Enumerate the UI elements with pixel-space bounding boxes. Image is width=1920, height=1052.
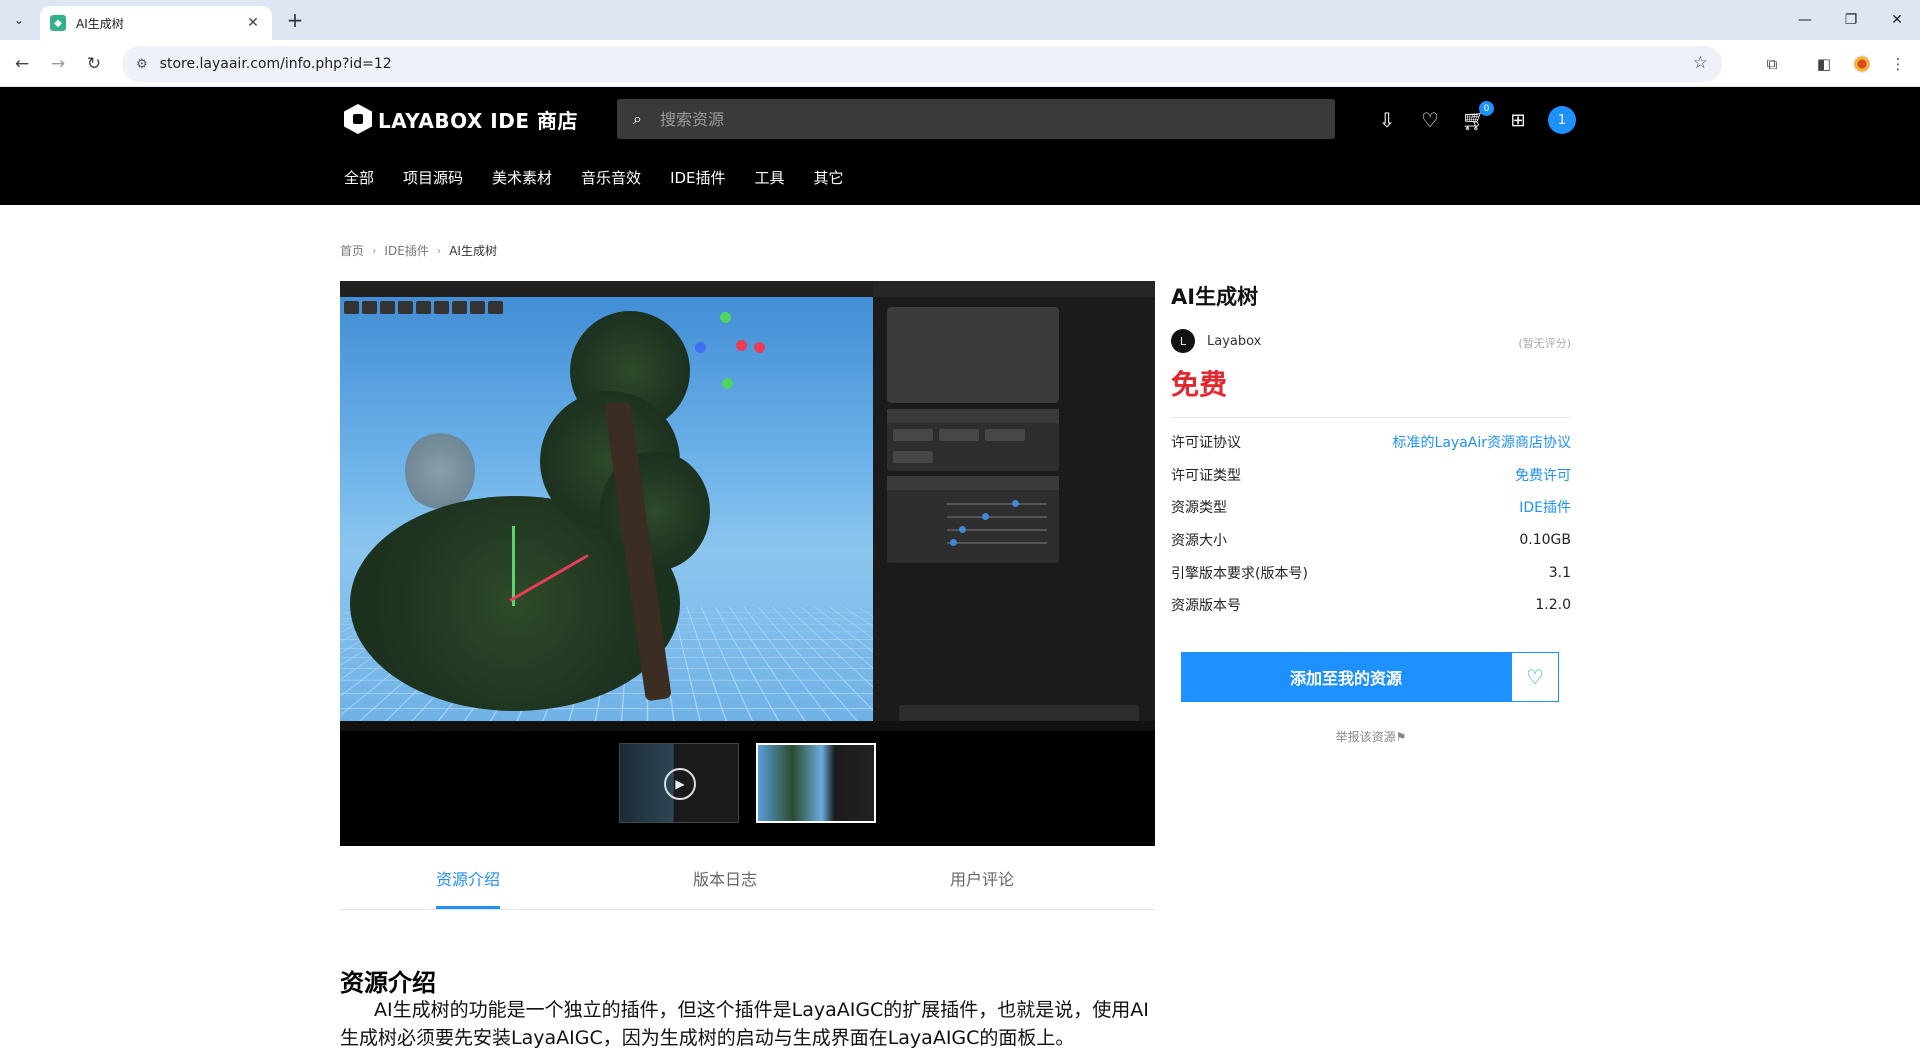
side-panel-icon[interactable]: ◧ xyxy=(1812,52,1836,76)
category-ide-plugins[interactable]: IDE插件 xyxy=(670,167,725,188)
extensions-icon[interactable]: ⧉ xyxy=(1760,52,1784,76)
price: 免费 xyxy=(1171,368,1228,401)
tab-title: AI生成树 xyxy=(76,16,124,31)
image-thumbnail[interactable] xyxy=(756,743,876,823)
breadcrumb-current: AI生成树 xyxy=(449,244,497,258)
back-button[interactable]: ← xyxy=(8,50,36,78)
site-info-icon[interactable]: ⚙ xyxy=(136,57,148,72)
add-to-my-resources-button[interactable]: 添加至我的资源 xyxy=(1181,652,1511,702)
cart-count-badge: 0 xyxy=(1479,101,1494,116)
browser-toolbar: ← → ↻ ⚙ store.layaair.com/info.php?id=12… xyxy=(0,40,1920,87)
intro-paragraph: AI生成树的功能是一个独立的插件，但这个插件是LayaAIGC的扩展插件，也就是… xyxy=(340,999,1149,1049)
category-audio[interactable]: 音乐音效 xyxy=(581,167,641,188)
heart-icon: ♡ xyxy=(1526,665,1544,689)
spec-label: 引擎版本要求(版本号) xyxy=(1171,565,1308,582)
scene-viewport-image xyxy=(340,281,1155,731)
breadcrumb-home[interactable]: 首页 xyxy=(340,242,364,259)
divider xyxy=(1171,417,1571,418)
tab-changelog[interactable]: 版本日志 xyxy=(693,866,757,890)
cart-icon[interactable]: 🛒︎ 0 xyxy=(1460,101,1494,134)
content-tabs: 资源介绍 版本日志 用户评论 xyxy=(340,846,1155,910)
restore-button[interactable]: ❐ xyxy=(1828,0,1874,40)
spec-label: 资源大小 xyxy=(1171,533,1227,550)
product-screenshot xyxy=(340,281,1155,731)
play-icon: ▶ xyxy=(664,768,696,800)
logo-text: LAYABOX IDE 商店 xyxy=(378,108,578,133)
tab-intro[interactable]: 资源介绍 xyxy=(436,866,500,890)
site-logo[interactable]: LAYABOX IDE 商店 xyxy=(344,103,578,135)
apps-grid-icon[interactable]: ⊞ xyxy=(1504,106,1532,134)
profile-icon[interactable] xyxy=(1850,52,1874,76)
spec-row-resource-type: 资源类型 IDE插件 xyxy=(1171,491,1571,524)
spec-label: 资源版本号 xyxy=(1171,598,1241,615)
spec-value: 0.10GB xyxy=(1519,532,1571,549)
spec-row-engine-version: 引擎版本要求(版本号) 3.1 xyxy=(1171,556,1571,589)
author-name[interactable]: Layabox xyxy=(1207,334,1261,349)
chevron-right-icon: › xyxy=(372,244,377,257)
tab-close-icon[interactable]: ✕ xyxy=(244,15,262,31)
tab-search-button[interactable]: ⌄ xyxy=(6,8,32,32)
favorite-button[interactable]: ♡ xyxy=(1511,652,1559,702)
category-project-source[interactable]: 项目源码 xyxy=(403,167,463,188)
site-favicon-icon: ◆ xyxy=(50,15,66,31)
reload-button[interactable]: ↻ xyxy=(80,50,108,78)
ai-panel-image xyxy=(873,281,1155,731)
category-all[interactable]: 全部 xyxy=(344,167,374,188)
intro-heading: 资源介绍 xyxy=(340,969,436,997)
thumbnail-strip: ▶ xyxy=(340,731,1155,846)
spec-row-license-type: 许可证类型 免费许可 xyxy=(1171,459,1571,492)
browser-tab-strip: ⌄ ◆ AI生成树 ✕ + — ❐ ✕ xyxy=(0,0,1920,40)
category-nav: 全部 项目源码 美术素材 音乐音效 IDE插件 工具 其它 xyxy=(344,167,873,188)
spec-label: 许可证协议 xyxy=(1171,435,1241,452)
spec-label: 许可证类型 xyxy=(1171,467,1241,484)
spec-list: 许可证协议 标准的LayaAir资源商店协议 许可证类型 免费许可 资源类型 I… xyxy=(1171,426,1571,622)
add-actions: 添加至我的资源 ♡ xyxy=(1181,652,1559,702)
spec-value: 1.2.0 xyxy=(1535,597,1571,614)
breadcrumb-category[interactable]: IDE插件 xyxy=(384,242,428,259)
author-avatar[interactable]: L xyxy=(1171,329,1195,353)
author-row: L Layabox (暂无评分) xyxy=(1171,329,1571,353)
close-window-button[interactable]: ✕ xyxy=(1874,0,1920,40)
bookmark-star-icon[interactable]: ☆ xyxy=(1693,53,1708,73)
browser-tab[interactable]: ◆ AI生成树 ✕ xyxy=(40,6,272,40)
minimize-button[interactable]: — xyxy=(1782,0,1828,40)
search-icon[interactable]: ⌕ xyxy=(633,109,642,129)
search-input[interactable] xyxy=(659,109,1300,129)
site-header: LAYABOX IDE 商店 ⌕ ⇩ ♡ 🛒︎ 0 ⊞ 全部 项目源码 美术素材… xyxy=(0,87,1920,205)
spec-value-link[interactable]: IDE插件 xyxy=(1519,497,1571,517)
video-thumbnail[interactable]: ▶ xyxy=(619,743,739,823)
category-other[interactable]: 其它 xyxy=(814,167,844,188)
user-avatar[interactable]: 1 xyxy=(1548,106,1576,134)
product-info-panel: AI生成树 L Layabox (暂无评分) 免费 许可证协议 标准的LayaA… xyxy=(1171,281,1571,744)
spec-value: 3.1 xyxy=(1548,564,1571,581)
download-icon[interactable]: ⇩ xyxy=(1373,106,1401,134)
spec-label: 资源类型 xyxy=(1171,500,1227,517)
browser-menu-icon[interactable]: ⋮ xyxy=(1886,52,1910,76)
forward-button[interactable]: → xyxy=(44,50,72,78)
search-bar: ⌕ xyxy=(617,99,1335,139)
report-resource-link[interactable]: 举报该资源⚑ xyxy=(1171,728,1571,745)
spec-value-link[interactable]: 免费许可 xyxy=(1515,465,1571,485)
rating-text: (暂无评分) xyxy=(1518,337,1571,350)
category-tools[interactable]: 工具 xyxy=(755,167,785,188)
chevron-right-icon: › xyxy=(436,244,442,257)
spec-row-size: 资源大小 0.10GB xyxy=(1171,524,1571,557)
favorites-heart-icon[interactable]: ♡ xyxy=(1416,106,1444,134)
spec-value-link[interactable]: 标准的LayaAir资源商店协议 xyxy=(1393,432,1571,452)
tab-reviews[interactable]: 用户评论 xyxy=(950,866,1014,890)
spec-row-resource-version: 资源版本号 1.2.0 xyxy=(1171,589,1571,622)
new-tab-button[interactable]: + xyxy=(282,8,308,32)
url-text: store.layaair.com/info.php?id=12 xyxy=(159,56,392,72)
breadcrumb: 首页 › IDE插件 › AI生成树 xyxy=(340,242,497,259)
active-tab-indicator xyxy=(436,906,500,909)
category-art-assets[interactable]: 美术素材 xyxy=(492,167,552,188)
media-gallery: ▶ xyxy=(340,281,1155,846)
layabox-logo-icon xyxy=(344,104,372,134)
product-title: AI生成树 xyxy=(1171,285,1259,309)
address-bar[interactable]: ⚙ store.layaair.com/info.php?id=12 ☆ xyxy=(122,46,1722,82)
spec-row-license: 许可证协议 标准的LayaAir资源商店协议 xyxy=(1171,426,1571,459)
